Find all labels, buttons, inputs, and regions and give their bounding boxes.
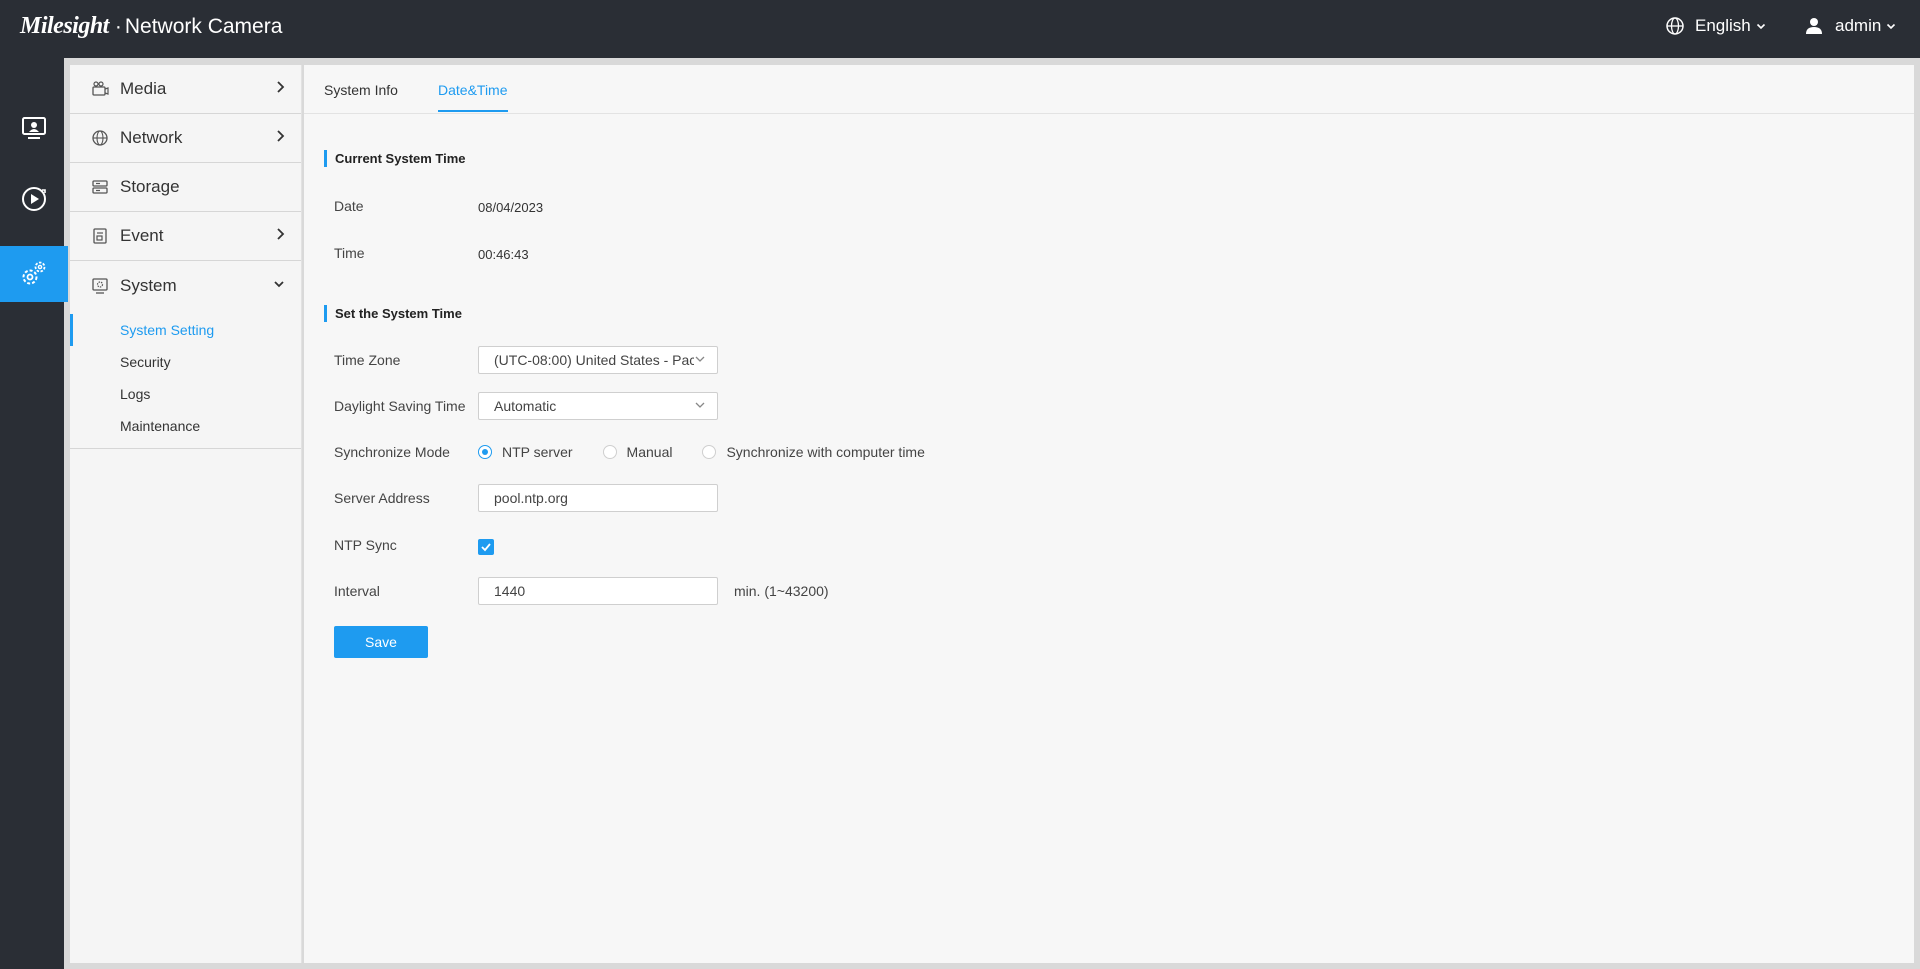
section-title-current-time: Current System Time — [324, 150, 466, 167]
settings-side-menu: Media Network Storage Event System Syste… — [70, 65, 302, 963]
sidebar-item-label: System — [120, 275, 177, 295]
dst-row: Daylight Saving Time Automatic — [334, 392, 718, 420]
sidebar-item-media[interactable]: Media — [70, 65, 301, 114]
radio-ntp-server[interactable]: NTP server — [478, 444, 573, 460]
radio-dot — [702, 445, 717, 459]
section-title-set-time: Set the System Time — [324, 305, 462, 322]
sidebar-subitem-maintenance[interactable]: Maintenance — [70, 410, 301, 442]
date-label: Date — [334, 198, 364, 214]
tab-system-info[interactable]: System Info — [324, 82, 398, 98]
server-address-row: Server Address — [334, 484, 718, 512]
globe-icon — [90, 128, 110, 148]
sidebar-item-storage[interactable]: Storage — [70, 163, 301, 212]
system-submenu: System Setting Security Logs Maintenance — [70, 310, 301, 449]
globe-icon — [1666, 17, 1684, 35]
chevron-right-icon — [277, 228, 285, 240]
sidebar-subitem-security[interactable]: Security — [70, 346, 301, 378]
product-name: Network Camera — [124, 15, 283, 38]
chevron-down-icon — [274, 281, 284, 288]
time-value: 00:46:43 — [478, 246, 529, 262]
camera-icon — [90, 79, 110, 99]
brand-logo: Milesight · Network Camera — [20, 13, 282, 40]
sync-mode-radio-group: NTP server Manual Synchronize with compu… — [478, 444, 955, 460]
settings-icon — [22, 261, 46, 285]
sidebar-item-label: Network — [120, 128, 183, 147]
playback-icon — [22, 187, 46, 211]
tab-bar: System Info Date&Time — [304, 65, 1914, 114]
time-zone-row: Time Zone (UTC-08:00) United States - Pa… — [334, 346, 718, 374]
chevron-down-icon — [695, 402, 705, 408]
radio-label: NTP server — [502, 444, 573, 460]
server-address-label: Server Address — [334, 490, 430, 506]
ntp-sync-checkbox[interactable] — [478, 538, 494, 555]
time-zone-value: (UTC-08:00) United States - Pacific Time — [494, 352, 694, 368]
user-label: admin — [1835, 16, 1882, 35]
user-icon — [1806, 18, 1822, 34]
sidebar-item-system[interactable]: System — [70, 261, 301, 310]
chevron-down-icon — [1756, 23, 1765, 30]
interval-input[interactable] — [478, 577, 718, 605]
time-row: Time 00:46:43 — [334, 239, 529, 267]
interval-unit: min. (1~43200) — [734, 583, 829, 599]
date-row: Date 08/04/2023 — [334, 192, 543, 220]
chevron-down-icon — [695, 356, 705, 362]
brand-separator: · — [114, 15, 122, 38]
rail-live-view[interactable] — [0, 100, 68, 156]
sidebar-subitem-logs[interactable]: Logs — [70, 378, 301, 410]
language-label: English — [1695, 16, 1751, 35]
live-view-icon — [22, 117, 46, 139]
sidebar-subitem-system-setting[interactable]: System Setting — [70, 314, 301, 346]
icon-rail — [0, 58, 68, 969]
radio-dot — [602, 445, 617, 459]
dst-select[interactable]: Automatic — [478, 392, 718, 420]
dst-value: Automatic — [494, 398, 557, 414]
sidebar-item-label: Media — [120, 79, 167, 98]
sidebar-item-label: Storage — [120, 177, 180, 196]
ntp-sync-label: NTP Sync — [334, 537, 397, 553]
ntp-sync-row: NTP Sync — [334, 531, 494, 559]
radio-sync-computer-time[interactable]: Synchronize with computer time — [702, 444, 925, 460]
rail-playback[interactable] — [0, 171, 68, 227]
checkmark-icon — [481, 542, 491, 551]
chevron-right-icon — [277, 130, 285, 142]
server-address-input[interactable] — [478, 484, 718, 512]
radio-dot — [478, 445, 492, 459]
sidebar-item-label: Event — [120, 226, 164, 245]
chevron-down-icon — [1887, 23, 1896, 30]
top-bar: Milesight · Network Camera English admin — [0, 0, 1920, 58]
user-menu[interactable]: admin — [1805, 16, 1908, 36]
event-icon — [90, 226, 110, 246]
radio-manual[interactable]: Manual — [602, 444, 673, 460]
time-label: Time — [334, 245, 365, 261]
language-selector[interactable]: English — [1665, 16, 1776, 36]
system-icon — [90, 276, 110, 296]
sync-mode-label: Synchronize Mode — [334, 444, 450, 460]
sync-mode-row: Synchronize Mode NTP server Manual Synch… — [334, 438, 955, 466]
time-zone-select[interactable]: (UTC-08:00) United States - Pacific Time — [478, 346, 718, 374]
tab-date-time[interactable]: Date&Time — [438, 82, 508, 112]
sidebar-item-network[interactable]: Network — [70, 114, 301, 163]
sidebar-item-event[interactable]: Event — [70, 212, 301, 261]
main-content: System Info Date&Time Current System Tim… — [304, 65, 1914, 963]
dst-label: Daylight Saving Time — [334, 398, 466, 414]
rail-settings[interactable] — [0, 246, 68, 302]
time-zone-label: Time Zone — [334, 352, 401, 368]
storage-icon — [90, 177, 110, 197]
save-button[interactable]: Save — [334, 626, 428, 658]
interval-row: Interval min. (1~43200) — [334, 577, 829, 605]
radio-label: Synchronize with computer time — [726, 444, 925, 460]
interval-label: Interval — [334, 583, 380, 599]
date-value: 08/04/2023 — [478, 200, 544, 215]
chevron-right-icon — [277, 81, 285, 93]
radio-label: Manual — [626, 444, 673, 460]
brand-name: Milesight — [20, 13, 109, 39]
